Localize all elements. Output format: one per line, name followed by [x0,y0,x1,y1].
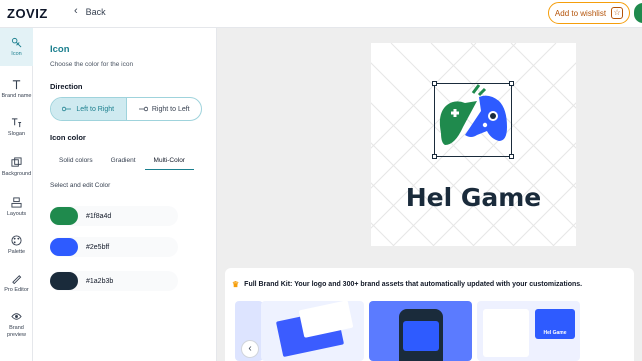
business-card-mockup [298,301,354,338]
layouts-icon [11,196,22,208]
color-row-3[interactable]: #1a2b3b [50,271,178,291]
color-row-2[interactable]: #2e5bff [50,237,178,257]
text-icon [12,79,21,89]
color-swatch-green[interactable] [50,207,78,225]
right-to-left-label: Right to Left [151,105,190,113]
tab-multi-color[interactable]: Multi-Color [144,154,194,170]
chevron-left-icon: ‹ [74,5,78,17]
rail-item-palette[interactable]: Palette [0,226,33,264]
rail-item-brand-name[interactable]: Brand name [0,70,33,108]
rail-item-pro-editor[interactable]: Pro Editor [0,264,33,302]
rail-item-layouts[interactable]: Layouts [0,188,33,226]
right-to-left-icon [138,106,148,112]
kit-card-assets[interactable]: Hel Game [477,301,580,361]
direction-toggle: Left to Right Right to Left [50,97,202,121]
star-icon: ☆ [611,7,624,19]
tab-solid-colors[interactable]: Solid colors [50,154,102,170]
asset-tile-brand: Hel Game [535,309,575,339]
logo-canvas: Hel Game ♛ Full Brand Kit: Your logo and… [217,28,642,361]
phone-screen [403,321,439,351]
rail-label: Layouts [6,210,27,217]
rail-label: Icon [11,50,22,57]
pro-editor-icon [12,274,22,284]
icon-icon [11,37,22,47]
panel-title: Icon [50,44,70,55]
rail-item-brand-preview[interactable]: Brand preview [0,306,33,344]
left-to-right-button[interactable]: Left to Right [51,98,127,120]
brand-name-text[interactable]: Hel Game [371,183,576,212]
rail-item-slogan[interactable]: Slogan [0,108,33,146]
color-swatch-blue[interactable] [50,238,78,256]
eye-icon [11,313,22,320]
carousel-prev-button[interactable]: ‹ [241,340,259,358]
icon-color-label: Icon color [50,133,86,142]
back-button[interactable]: ‹ Back [74,6,106,17]
rail-label: Brand name [1,92,32,99]
color-swatch-dark[interactable] [50,272,78,290]
brand-kit-heading-text: Full Brand Kit: Your logo and 300+ brand… [244,281,583,288]
right-to-left-button[interactable]: Right to Left [127,98,202,120]
zoviz-logo[interactable]: ZOVIZ [7,6,48,21]
gamepad-logo-icon [439,84,507,145]
icon-settings-panel: Icon Choose the color for the icon Direc… [33,28,217,361]
palette-icon [11,234,22,246]
panel-subtitle: Choose the color for the icon [50,61,134,68]
rail-label: Background [1,170,32,177]
back-label: Back [85,6,106,17]
color-row-1[interactable]: #1f8a4d [50,206,178,226]
direction-label: Direction [50,82,83,91]
mock-brand-text: Hel Game [543,330,567,336]
brand-kit-strip: ♛ Full Brand Kit: Your logo and 300+ bra… [225,268,634,361]
rail-item-icon[interactable]: Icon [0,28,33,66]
color-mode-tabs: Solid colors Gradient Multi-Color [50,154,202,170]
slogan-icon [11,117,22,127]
rail-item-background[interactable]: Background [0,148,33,186]
rail-label: Palette [7,248,26,255]
left-to-right-icon [62,106,72,112]
left-to-right-label: Left to Right [76,105,115,113]
rail-label: Slogan [7,130,26,137]
logo-preview: Hel Game [371,43,576,246]
download-button[interactable] [634,3,642,23]
color-hex[interactable]: #1f8a4d [86,213,111,220]
color-hex[interactable]: #2e5bff [86,244,109,251]
asset-tile [483,309,529,357]
kit-card-phone[interactable] [369,301,472,361]
crown-icon: ♛ [232,280,240,289]
select-color-label: Select and edit Color [50,182,111,189]
tab-gradient[interactable]: Gradient [102,154,145,170]
rail-label: Pro Editor [4,286,29,293]
top-bar: ZOVIZ ‹ Back Add to wishlist ☆ [0,0,642,28]
background-icon [11,156,22,167]
tool-rail: Icon Brand name Slogan Background Layout… [0,28,33,361]
color-hex[interactable]: #1a2b3b [86,278,113,285]
rail-label: Brand preview [7,325,26,338]
wishlist-label: Add to wishlist [554,8,607,18]
kit-card-business-cards[interactable] [261,301,364,361]
brand-kit-heading: ♛ Full Brand Kit: Your logo and 300+ bra… [232,280,582,289]
add-to-wishlist-button[interactable]: Add to wishlist ☆ [548,2,630,24]
